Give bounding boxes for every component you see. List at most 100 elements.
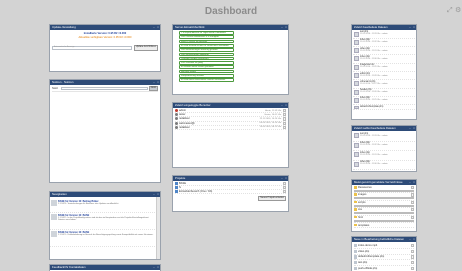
close-icon[interactable]: × — [156, 265, 160, 270]
edit-icon[interactable] — [410, 186, 414, 190]
file-icon — [354, 72, 359, 78]
edit-icon[interactable] — [410, 255, 414, 259]
auto-update-field[interactable]: Automatische Anzeige — [52, 46, 132, 50]
user-row[interactable]: redakteur 19.06.2016, 08:13 Uhr — [175, 125, 286, 130]
changed-files-widget: Neue in Bearbeitung befindliche Dateien –… — [351, 236, 417, 271]
edit-icon[interactable] — [410, 261, 414, 265]
edit-icon[interactable] — [282, 185, 286, 190]
recent-file-item[interactable]: test.php 12.01.2016 - 11:33 Uhr - admin — [353, 31, 415, 39]
notes-label: Notiz — [52, 87, 58, 91]
file-icon — [354, 56, 359, 62]
edit-icon[interactable] — [410, 243, 414, 247]
widget-header: Zuletzt selbst bearbeitete Dateien – × — [352, 126, 416, 131]
file-meta: 12.01.2016 - 11:29 Uhr - admin — [360, 66, 388, 69]
edit-icon[interactable] — [282, 113, 286, 117]
widget-header: Neuigkeiten – × — [50, 192, 160, 197]
recent-file-item[interactable]: index.php 12.01.2016 - 11:25 Uhr - admin — [353, 97, 415, 106]
edit-icon[interactable] — [282, 109, 286, 113]
recent-file-item[interactable]: editor.php 12.01.2016 - 11:28 Uhr - admin — [353, 72, 415, 81]
server-check: 1.0 Report-Ansicht im Tagen breite Daten… — [179, 31, 234, 35]
edit-icon[interactable] — [410, 208, 414, 212]
file-icon — [354, 39, 359, 45]
directory-item[interactable]: images — [354, 193, 414, 201]
file-meta: 12.01.2016 - 11:32 Uhr - admin — [360, 144, 388, 147]
close-icon[interactable]: × — [412, 25, 416, 30]
recent-file-item[interactable]: index.php 12.01.2016 - 11:32 Uhr - admin — [353, 39, 415, 48]
directory-item[interactable]: templates — [354, 223, 414, 229]
opened-file-item[interactable]: index.php 12.01.2016 - 11:31 Uhr - admin — [353, 151, 415, 161]
new-project-button[interactable]: Neues Projekt erstellen — [258, 196, 286, 202]
changed-file-item[interactable]: push-offside.php — [354, 266, 414, 271]
file-icon — [354, 81, 359, 87]
widget-header: Meist genutzt gemeldete Verzeichnisse – × — [352, 180, 416, 185]
file-meta: 12.01.2016 - 11:31 Uhr - admin — [360, 153, 388, 156]
project-item[interactable]: Entwicklerbereich (One / fcb) — [175, 189, 286, 194]
directory-name: Ressources — [358, 186, 372, 189]
close-icon[interactable]: × — [412, 237, 416, 242]
directory-item[interactable]: html — [354, 215, 414, 223]
widget-title: Zuletzt bearbeitete Dateien — [354, 25, 388, 29]
recent-file-item[interactable]: imageman.inc 12.01.2016 - 11:29 Uhr - adm… — [353, 64, 415, 72]
notes-input[interactable] — [61, 87, 148, 91]
server-check: Cronjobs wurden ausgeführt — [179, 56, 234, 61]
widget-header: Feedback/Ihr Kontaktdaten – × — [50, 265, 160, 270]
widget-header: Projekte – × — [173, 176, 288, 181]
recent-file-item[interactable]: header.php 12.01.2016 - 11:26 Uhr - admin — [353, 89, 415, 97]
widget-header: Server-Einsatzüberblick – × — [173, 25, 288, 30]
edit-icon[interactable] — [410, 215, 414, 219]
opened-file-item[interactable]: test.php 12.01.2016 - 11:33 Uhr - admin — [353, 132, 415, 142]
notes-textarea[interactable] — [52, 91, 158, 180]
folder-icon — [354, 215, 357, 219]
directory-name: templates — [358, 223, 370, 227]
users-widget: Zuletzt eingeloggte Benutzer – × admin Heut… — [172, 102, 289, 168]
file-meta: 12.01.2016 - 11:30 Uhr - admin — [360, 163, 388, 166]
file-meta: 12.01.2016 - 11:33 Uhr - admin — [360, 33, 388, 36]
directory-item[interactable]: scripts — [354, 200, 414, 209]
file-icon — [354, 142, 359, 148]
folder-icon — [354, 208, 357, 211]
notes-widget: Notizen · Notizen – × Notiz Notiz — [49, 79, 161, 183]
edit-icon[interactable] — [282, 125, 286, 129]
close-icon[interactable]: × — [284, 103, 288, 108]
recent-file-item[interactable]: unbenannt.php 12.01.2016 - 11:27 Uhr - ad… — [353, 80, 415, 89]
projects-widget: Projekte – × BASE fv Entwicklerbereich (On… — [172, 175, 289, 212]
edit-icon[interactable] — [410, 249, 414, 253]
file-meta: 12.01.2016 - 11:31 Uhr - admin — [360, 49, 388, 52]
opened-file-item[interactable]: video.php 12.01.2016 - 11:30 Uhr - admin — [353, 161, 415, 170]
close-icon[interactable]: × — [284, 176, 288, 181]
file-icon — [354, 249, 357, 253]
news-item[interactable]: BASE für Version 10: BASE 1.1.1022 - In d… — [50, 213, 155, 230]
settings-icon[interactable]: ⚙ — [455, 7, 462, 14]
edit-icon[interactable] — [410, 266, 414, 271]
user-date: Heute, 10:01 Uhr — [264, 113, 282, 116]
server-check: MySQL-Dienst ist gestartet — [179, 39, 234, 44]
news-scrollbar[interactable] — [156, 197, 160, 259]
directory-item[interactable]: Ressources — [354, 186, 414, 194]
directory-item[interactable]: css — [354, 208, 414, 216]
close-icon[interactable]: × — [156, 80, 160, 85]
folder-icon — [354, 193, 357, 196]
edit-icon[interactable] — [282, 181, 286, 186]
edit-icon[interactable] — [410, 200, 414, 204]
edit-icon[interactable] — [282, 117, 286, 121]
news-item[interactable]: BASE für Version 10: Beitrag Bräter 1.1.1… — [50, 199, 155, 213]
opened-file-item[interactable]: index.php 12.01.2016 - 11:32 Uhr - admin — [353, 142, 415, 151]
update-button[interactable]: Update durchführen — [133, 45, 158, 51]
server-check: Es sind Schreib rechte für Verzeichnis v… — [179, 43, 234, 48]
close-icon[interactable]: × — [284, 25, 288, 30]
close-icon[interactable]: × — [412, 180, 416, 185]
expand-icon[interactable]: ⤢ — [447, 7, 454, 14]
news-item[interactable]: BASE für Version 10: BASE 1.1.1021 - Fehl… — [50, 230, 155, 247]
user-avatar-icon — [175, 125, 178, 129]
recent-file-item[interactable]: video.php 12.01.2016 - 11:31 Uhr - admin — [353, 47, 415, 56]
news-widget: Neuigkeiten – × BASE für Version 10: Beitr… — [49, 191, 161, 260]
edit-icon[interactable] — [410, 193, 414, 197]
file-meta: 12.01.2016 - 11:26 Uhr - admin — [360, 91, 388, 94]
close-icon[interactable]: × — [412, 126, 416, 131]
widget-title: Update-Verwaltung — [52, 25, 76, 29]
edit-icon[interactable] — [282, 189, 286, 194]
recent-file-item[interactable]: index.php 12.01.2016 - 11:30 Uhr - admin — [353, 55, 415, 64]
edit-icon[interactable] — [282, 121, 286, 125]
usage-bar — [354, 189, 414, 192]
recent-file-item[interactable]: default.k3template.php — [353, 105, 415, 111]
